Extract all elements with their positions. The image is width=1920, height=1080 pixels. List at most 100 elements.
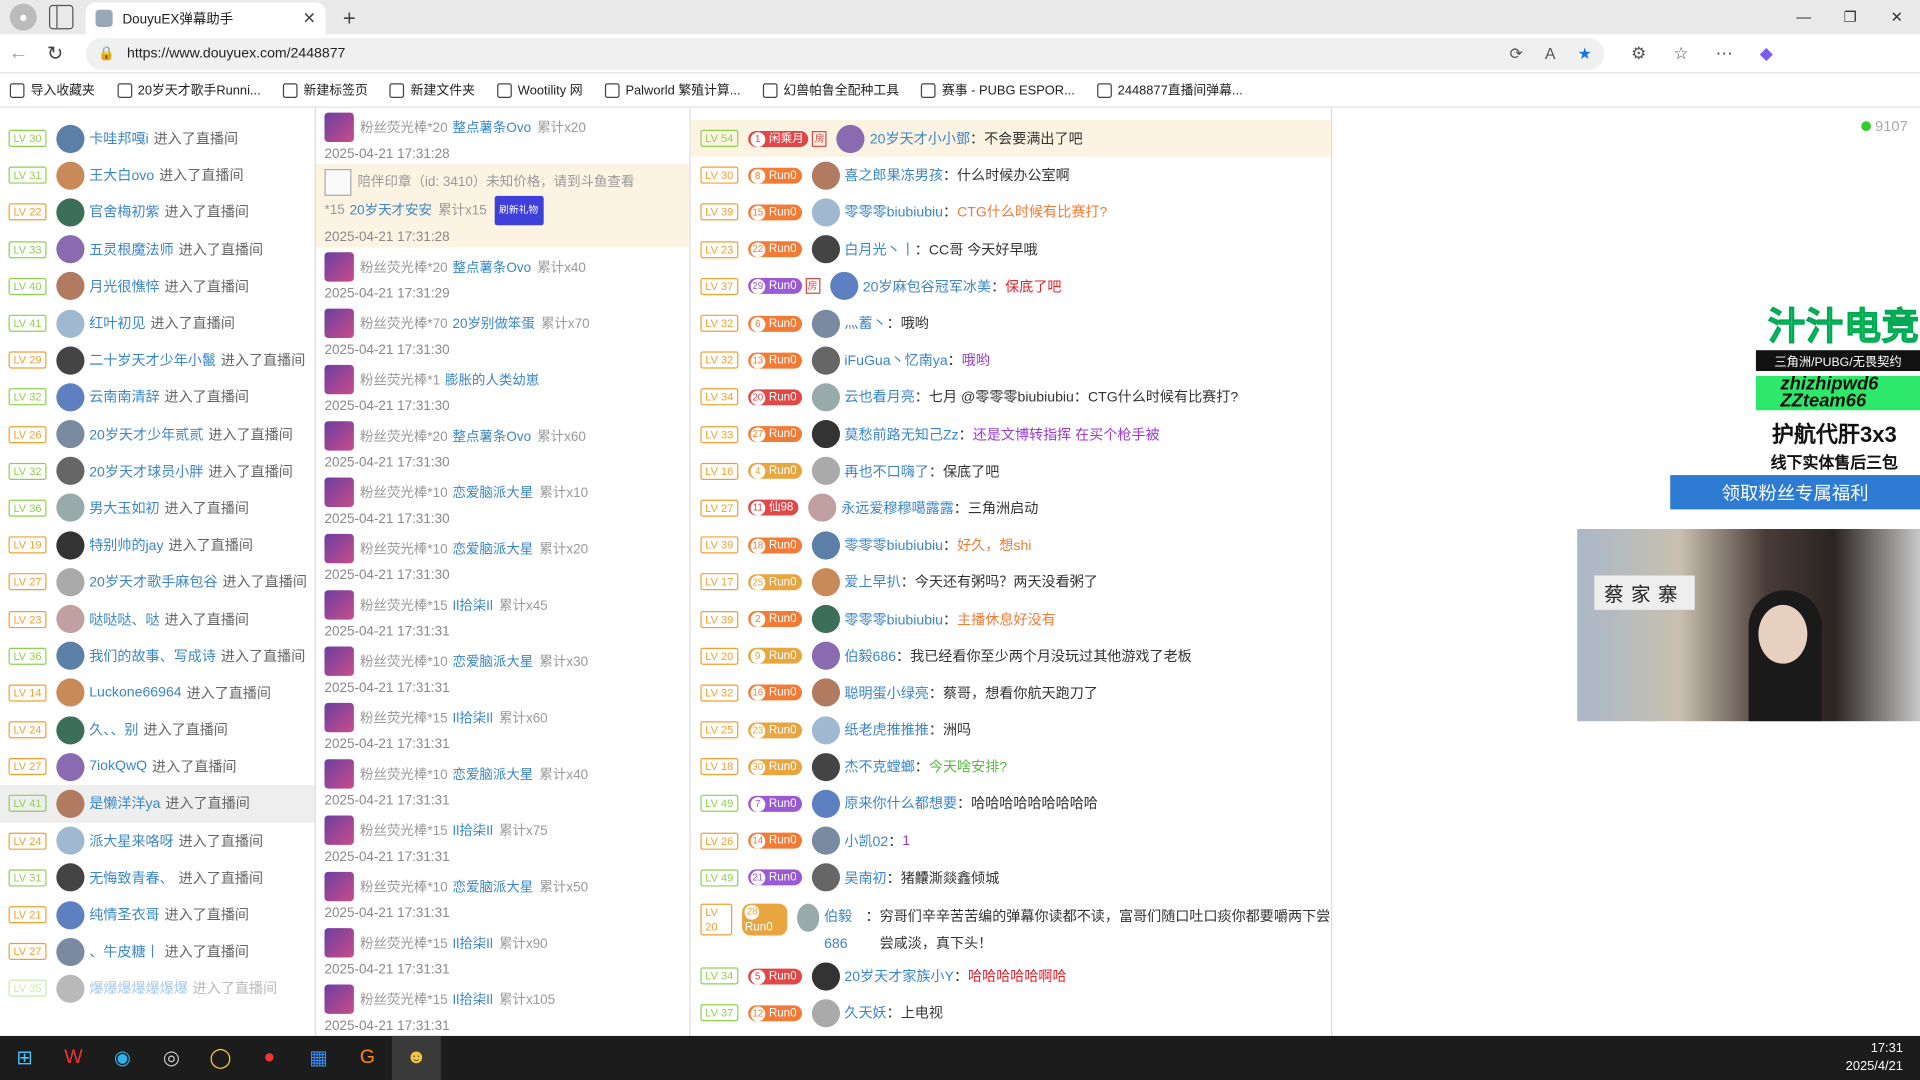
- gift-item[interactable]: 粉丝荧光棒*15 Il拾柒Il 累计x60 2025-04-21 17:31:31: [316, 698, 689, 754]
- gift-item[interactable]: 粉丝荧光棒*15 Il拾柒Il 累计x75 2025-04-21 17:31:31: [316, 811, 689, 867]
- gift-item[interactable]: 粉丝荧光棒*15 Il拾柒Il 累计x90 2025-04-21 17:31:31: [316, 923, 689, 979]
- username[interactable]: 二十岁天才少年小鬣: [89, 350, 216, 370]
- enter-room-entry[interactable]: LV 23 哒哒哒、哒 进入了直播间: [0, 601, 315, 638]
- chat-username[interactable]: 零零零biubiubiu: [844, 203, 943, 223]
- avatar[interactable]: [56, 494, 85, 523]
- gift-sender[interactable]: 恋爱脑派大星: [452, 483, 533, 503]
- username[interactable]: 男大玉如初: [89, 498, 159, 518]
- username[interactable]: 王大白ovo: [89, 166, 154, 186]
- chat-message[interactable]: LV 34 20 Run0 云也看月亮：七月 @零零零biubiubiu：CTG什么时…: [691, 379, 1331, 416]
- username[interactable]: 我们的故事、写成诗: [89, 646, 216, 666]
- chat-message[interactable]: LV 33 27 Run0 莫愁前路无知己Zz：还是文博转指挥 在买个枪手被: [691, 416, 1331, 453]
- enter-room-entry[interactable]: LV 31 无悔致青春、 进入了直播间: [0, 859, 315, 896]
- username[interactable]: 卡哇邦嘎i: [89, 129, 148, 149]
- avatar[interactable]: [811, 235, 840, 264]
- enter-room-entry[interactable]: LV 36 男大玉如初 进入了直播间: [0, 490, 315, 527]
- avatar[interactable]: [56, 124, 85, 153]
- favorite-star-icon[interactable]: ★: [1578, 43, 1592, 63]
- chat-message[interactable]: LV 39 2 Run0 零零零biubiubiu：主播休息好没有: [691, 601, 1331, 638]
- username[interactable]: 五灵根魔法师: [89, 240, 173, 260]
- chat-username[interactable]: 永远爱穆穆噶露露: [841, 498, 954, 518]
- bookmark-item[interactable]: 2448877直播间弹幕...: [1096, 81, 1243, 99]
- gift-sender[interactable]: Il拾柒Il: [452, 933, 492, 953]
- favorites-icon[interactable]: ☆: [1673, 43, 1688, 64]
- username[interactable]: 20岁天才歌手麻包谷: [89, 572, 217, 592]
- avatar[interactable]: [56, 789, 85, 818]
- avatar[interactable]: [56, 198, 85, 227]
- bookmark-item[interactable]: 20岁天才歌手Runni...: [116, 81, 261, 99]
- gift-item[interactable]: 粉丝荧光棒*20 整点薯条Ovo 累计x20 2025-04-21 17:31:28: [316, 108, 689, 164]
- new-tab-icon[interactable]: +: [343, 7, 356, 29]
- chat-message[interactable]: LV 32 16 Run0 聪明蛋小绿亮：蔡哥，想看你航天跑刀了: [691, 674, 1331, 711]
- avatar[interactable]: [829, 272, 858, 301]
- enter-room-entry[interactable]: LV 35 爆爆爆爆爆爆爆 进入了直播间: [0, 970, 315, 1007]
- avatar[interactable]: [811, 531, 840, 560]
- restore-icon[interactable]: ❐: [1827, 0, 1874, 34]
- douyu-app-icon[interactable]: ☻: [391, 1035, 441, 1080]
- chat-message[interactable]: LV 16 4 Run0 再也不口嗨了：保底了吧: [691, 453, 1331, 490]
- more-menu-icon[interactable]: ⋯: [1716, 43, 1733, 64]
- gift-sender[interactable]: 恋爱脑派大星: [452, 877, 533, 897]
- avatar[interactable]: [56, 420, 85, 449]
- avatar[interactable]: [811, 198, 840, 227]
- url-field[interactable]: 🔒 https://www.douyuex.com/2448877 ⟳ A ★: [85, 37, 1605, 70]
- avatar[interactable]: [811, 678, 840, 708]
- enter-room-entry[interactable]: LV 31 王大白ovo 进入了直播间: [0, 157, 315, 194]
- gift-item[interactable]: 粉丝荧光棒*15 Il拾柒Il 累计x105 2025-04-21 17:31:31: [316, 980, 689, 1036]
- enter-room-entry[interactable]: LV 32 20岁天才球员小胖 进入了直播间: [0, 453, 315, 490]
- gift-sender[interactable]: 20岁天才安安: [350, 203, 432, 218]
- chat-username[interactable]: 聪明蛋小绿亮: [844, 683, 928, 703]
- chat-message[interactable]: LV 39 15 Run0 零零零biubiubiu： CTG什么时候有比赛打?: [691, 194, 1331, 231]
- gift-item[interactable]: 粉丝荧光棒*70 20岁别做笨蛋 累计x70 2025-04-21 17:31:30: [316, 304, 689, 360]
- sidebar-toggle-icon[interactable]: [48, 4, 74, 30]
- minimize-icon[interactable]: —: [1780, 0, 1827, 34]
- chat-message[interactable]: LV 27 11 仙98 永远爱穆穆噶露露：三角洲启动: [691, 490, 1331, 527]
- gift-sender[interactable]: Il拾柒Il: [452, 595, 492, 615]
- enter-room-entry[interactable]: LV 24 派大星来咯呀 进入了直播间: [0, 822, 315, 859]
- steam-icon[interactable]: ◎: [147, 1036, 196, 1080]
- username[interactable]: 特别帅的jay: [89, 535, 163, 555]
- username[interactable]: 爆爆爆爆爆爆爆: [89, 979, 188, 999]
- gift-sender[interactable]: 整点薯条Ovo: [452, 118, 531, 138]
- avatar[interactable]: [56, 678, 85, 708]
- username[interactable]: 月光很憔悴: [89, 277, 159, 297]
- enter-room-entry[interactable]: LV 27 、牛皮糖丨 进入了直播间: [0, 933, 315, 970]
- username[interactable]: 是懒洋洋ya: [89, 794, 160, 814]
- avatar[interactable]: [811, 346, 840, 375]
- avatar[interactable]: [811, 567, 840, 597]
- netease-music-icon[interactable]: ●: [245, 1036, 294, 1080]
- avatar[interactable]: [56, 161, 85, 190]
- copilot-icon[interactable]: ◆: [1760, 43, 1773, 64]
- chat-message[interactable]: LV 37 29 Run0 房 20岁麻包谷冠军冰美：保底了吧: [691, 268, 1331, 305]
- gift-item[interactable]: 陪伴印章（id: 3410）未知价格，请到斗鱼查看 *15 20岁天才安安 累计x15…: [315, 164, 690, 248]
- chat-username[interactable]: 云也看月亮: [844, 387, 914, 407]
- gift-item[interactable]: 粉丝荧光棒*20 整点薯条Ovo 累计x60 2025-04-21 17:31:30: [316, 416, 689, 472]
- gift-sender[interactable]: 膨胀的人类幼崽: [445, 370, 539, 390]
- chat-username[interactable]: 伯毅686: [824, 904, 865, 958]
- edge-icon[interactable]: ◉: [98, 1036, 147, 1080]
- username[interactable]: 纯情圣衣哥: [89, 905, 159, 925]
- avatar[interactable]: [56, 752, 85, 781]
- avatar[interactable]: [56, 309, 85, 338]
- app-blue-icon[interactable]: ▦: [294, 1036, 343, 1080]
- avatar[interactable]: [811, 309, 840, 338]
- enter-room-entry[interactable]: LV 24 久、、别 进入了直播间: [0, 711, 315, 748]
- avatar[interactable]: [811, 789, 840, 818]
- enter-room-entry[interactable]: LV 26 20岁天才少年贰贰 进入了直播间: [0, 416, 315, 453]
- gift-sender[interactable]: Il拾柒Il: [452, 821, 492, 841]
- enter-room-entry[interactable]: LV 29 二十岁天才少年小鬣 进入了直播间: [0, 342, 315, 379]
- chat-username[interactable]: 再也不口嗨了: [844, 461, 928, 481]
- avatar[interactable]: [56, 937, 85, 966]
- chat-message[interactable]: LV 49 7 Run0 原来你什么都想要：哈哈哈哈哈哈哈哈哈: [691, 785, 1331, 822]
- avatar[interactable]: [811, 641, 840, 671]
- username[interactable]: 久、、别: [89, 720, 138, 740]
- gift-sender[interactable]: 恋爱脑派大星: [452, 764, 533, 784]
- extensions-icon[interactable]: ⚙: [1631, 43, 1646, 64]
- avatar[interactable]: [796, 903, 820, 932]
- avatar[interactable]: [811, 604, 840, 634]
- username[interactable]: 7iokQwQ: [89, 760, 147, 775]
- gift-item[interactable]: 粉丝荧光棒*10 恋爱脑派大星 累计x20 2025-04-21 17:31:30: [316, 529, 689, 585]
- avatar[interactable]: [56, 457, 85, 486]
- enter-room-list[interactable]: LV 30 卡哇邦嘎i 进入了直播间 LV 31 王大白ovo 进入了直播间 LV 22 官舍…: [0, 107, 316, 1036]
- chat-username[interactable]: 原来你什么都想要: [844, 794, 957, 814]
